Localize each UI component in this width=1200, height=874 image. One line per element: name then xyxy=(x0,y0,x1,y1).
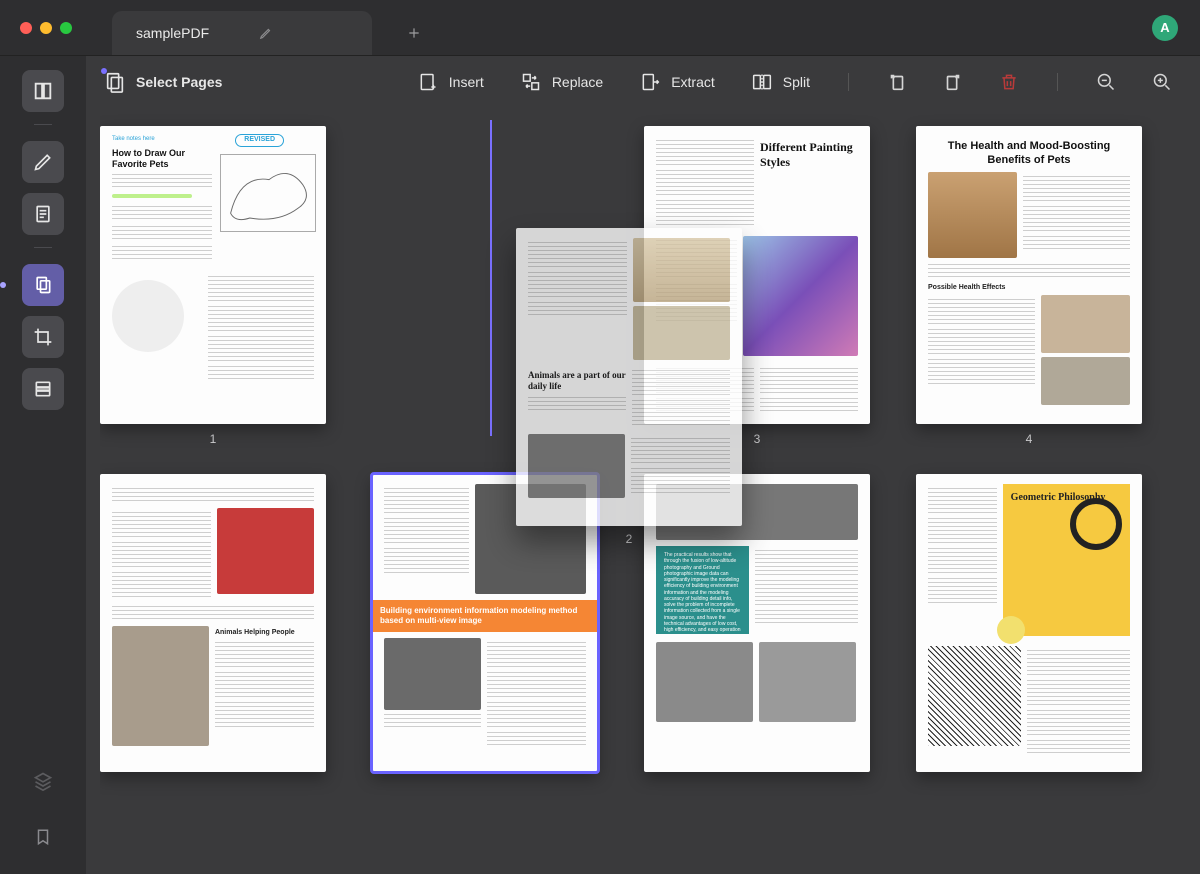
page-insert-indicator xyxy=(490,120,492,436)
tab-area: samplePDF xyxy=(102,0,1152,55)
sidebar-redact[interactable] xyxy=(22,368,64,410)
image-placeholder-icon xyxy=(1041,357,1130,405)
split-label: Split xyxy=(783,74,810,90)
document-tab[interactable]: samplePDF xyxy=(112,11,372,55)
window-close-button[interactable] xyxy=(20,22,32,34)
replace-icon xyxy=(520,71,542,93)
insert-button[interactable]: Insert xyxy=(413,67,488,97)
image-placeholder-icon xyxy=(928,172,1017,258)
window-zoom-button[interactable] xyxy=(60,22,72,34)
page-number: 4 xyxy=(1026,432,1033,446)
image-placeholder-icon xyxy=(759,642,856,722)
rotate-left-button[interactable] xyxy=(883,68,911,96)
image-placeholder-icon xyxy=(1041,295,1130,353)
page-number: 1 xyxy=(210,432,217,446)
page-number: 3 xyxy=(754,432,761,446)
sidebar-bookmark[interactable] xyxy=(22,816,64,858)
titlebar: samplePDF A xyxy=(0,0,1200,56)
delete-button[interactable] xyxy=(995,68,1023,96)
extract-icon xyxy=(639,71,661,93)
page-title: How to Draw Our Favorite Pets xyxy=(112,148,212,171)
image-placeholder-icon xyxy=(633,306,730,360)
sidebar-annotate[interactable] xyxy=(22,141,64,183)
toolbar-separator xyxy=(848,73,849,91)
image-placeholder-icon xyxy=(217,508,314,594)
avatar-initial: A xyxy=(1160,20,1169,35)
page-title: The Health and Mood-Boosting Benefits of… xyxy=(928,140,1130,168)
insert-icon xyxy=(417,71,439,93)
sidebar-divider xyxy=(34,247,52,248)
image-placeholder-icon xyxy=(928,646,1021,746)
select-pages-icon xyxy=(104,71,126,93)
document-tab-title: samplePDF xyxy=(136,25,209,41)
account-avatar[interactable]: A xyxy=(1152,15,1178,41)
split-icon xyxy=(751,71,773,93)
page-title: Animals are a part of our daily life xyxy=(528,370,626,393)
replace-button[interactable]: Replace xyxy=(516,67,607,97)
replace-label: Replace xyxy=(552,74,603,90)
sidebar xyxy=(0,56,86,874)
sidebar-edit-pdf[interactable] xyxy=(22,193,64,235)
zoom-in-button[interactable] xyxy=(1148,68,1176,96)
zoom-out-button[interactable] xyxy=(1092,68,1120,96)
select-pages-label: Select Pages xyxy=(136,74,222,90)
page-number: 2 xyxy=(516,532,742,546)
image-placeholder-icon xyxy=(112,626,209,746)
rename-tab-icon[interactable] xyxy=(259,26,273,40)
extract-label: Extract xyxy=(671,74,715,90)
dragged-page-preview[interactable]: Animals are a part of our daily life 2 xyxy=(516,228,742,526)
select-pages-button[interactable]: Select Pages xyxy=(100,67,226,97)
image-placeholder-icon xyxy=(743,236,858,356)
callout-box: The practical results show that through … xyxy=(656,546,749,634)
toolbar-separator xyxy=(1057,73,1058,91)
page-thumbnail[interactable]: Animals Helping People xyxy=(100,474,326,772)
image-placeholder-icon xyxy=(656,642,753,722)
extract-button[interactable]: Extract xyxy=(635,67,719,97)
page-thumbnail[interactable]: REVISED Take notes here How to Draw Our … xyxy=(100,126,326,446)
insert-label: Insert xyxy=(449,74,484,90)
page-actions-toolbar: Select Pages Insert Replace Extract Spli… xyxy=(100,62,1176,102)
page-title: Different Painting Styles xyxy=(760,140,858,170)
page-subtitle: Possible Health Effects xyxy=(928,284,1130,293)
image-placeholder-icon xyxy=(384,638,481,710)
image-placeholder-icon xyxy=(112,280,184,352)
image-placeholder-icon: Geometric Philosophy xyxy=(1003,484,1130,636)
sidebar-crop[interactable] xyxy=(22,316,64,358)
page-thumbnail[interactable]: Geometric Philosophy xyxy=(916,474,1142,772)
window-minimize-button[interactable] xyxy=(40,22,52,34)
sidebar-page-edit[interactable] xyxy=(22,264,64,306)
add-tab-button[interactable] xyxy=(402,21,426,45)
highlight-band: Building environment information modelin… xyxy=(372,600,598,632)
rotate-right-button[interactable] xyxy=(939,68,967,96)
sidebar-divider xyxy=(34,124,52,125)
revised-badge: REVISED xyxy=(235,134,284,147)
image-placeholder-icon xyxy=(633,238,730,302)
traffic-lights xyxy=(20,22,72,34)
image-placeholder-icon xyxy=(528,434,625,498)
page-sub-heading: Animals Helping People xyxy=(215,629,314,638)
split-button[interactable]: Split xyxy=(747,67,814,97)
sidebar-layers[interactable] xyxy=(22,760,64,802)
sidebar-view-mode[interactable] xyxy=(22,70,64,112)
page-thumbnail[interactable]: The Health and Mood-Boosting Benefits of… xyxy=(916,126,1142,446)
